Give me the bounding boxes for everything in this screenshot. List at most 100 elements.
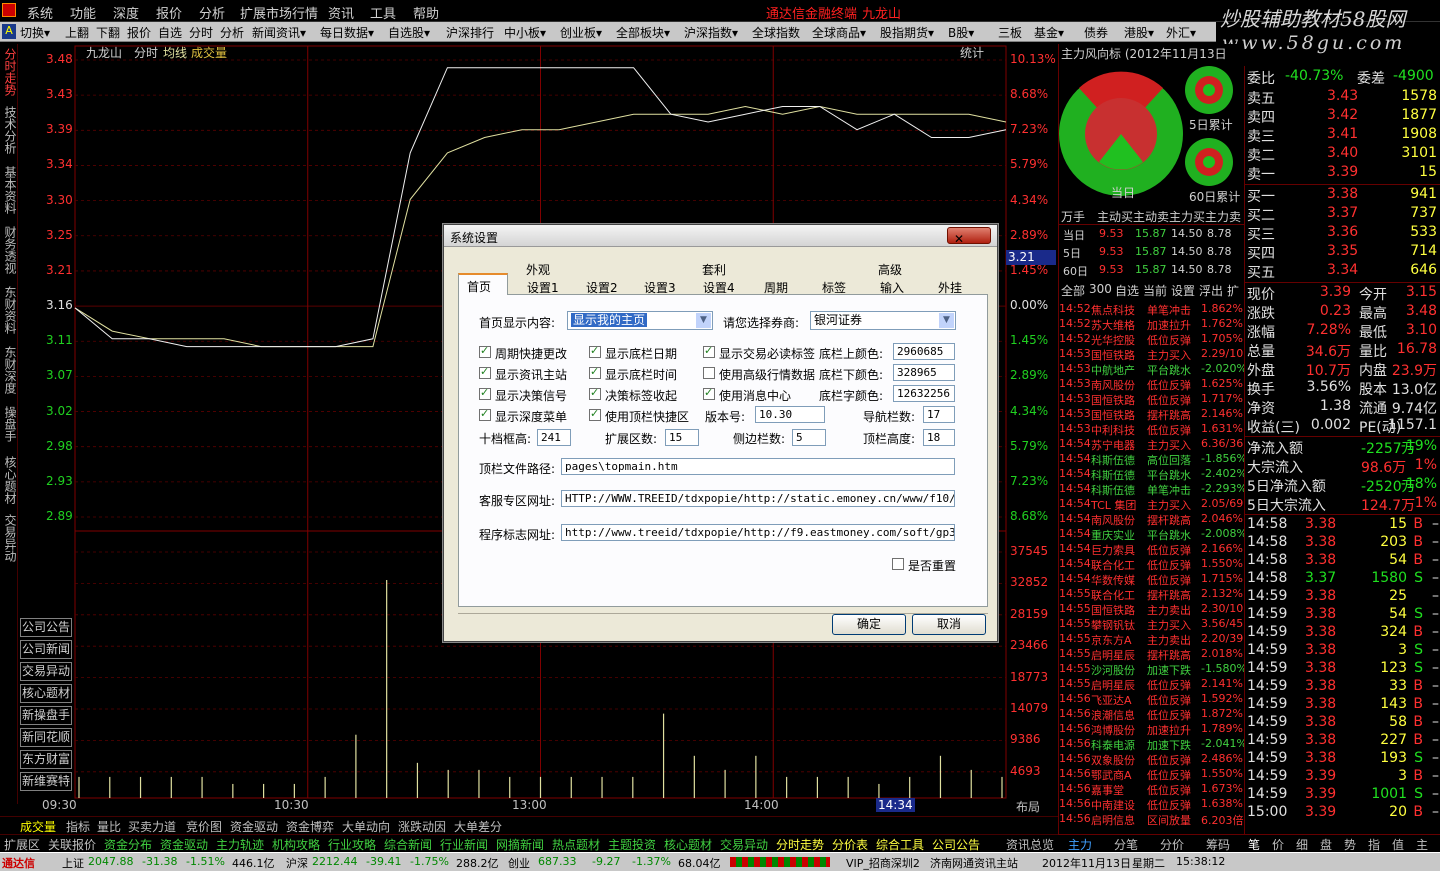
ext-tab[interactable]: 资讯总览 xyxy=(1006,836,1054,853)
bid-row[interactable]: 买二 3.37 737 xyxy=(1245,205,1440,224)
ntab-expand[interactable]: 扩 xyxy=(1227,282,1239,299)
news-item[interactable]: 14:56 科泰电源 加速下跌 -2.041% xyxy=(1059,737,1245,752)
btn-core-theme[interactable]: 核心题材 xyxy=(20,684,72,703)
home-content-select[interactable]: 显示我的主页 ▼ xyxy=(567,311,713,330)
tb-indices[interactable]: 沪深指数▾ xyxy=(684,24,738,41)
settings-checkbox[interactable] xyxy=(479,344,491,358)
itab-volume[interactable]: 成交量 xyxy=(20,818,57,835)
tb-sme-board[interactable]: 中小板▾ xyxy=(504,24,546,41)
quote-view-tab[interactable]: 指 xyxy=(1368,836,1380,853)
main-force-view-tab[interactable]: 主力 xyxy=(1068,836,1092,853)
news-item[interactable]: 14:54 巨力索具 低位反弹 2.166% xyxy=(1059,542,1245,557)
tb-forex[interactable]: 外汇▾ xyxy=(1166,24,1196,41)
tb-bond[interactable]: 债券 xyxy=(1084,24,1108,41)
news-item[interactable]: 14:55 京东方A 主力卖出 2.20/39 xyxy=(1059,632,1245,647)
ask-row[interactable]: 卖四 3.42 1877 xyxy=(1245,107,1440,126)
news-item[interactable]: 14:55 启明星辰 低位反弹 2.141% xyxy=(1059,677,1245,692)
menu-quote[interactable]: 报价 xyxy=(156,3,182,22)
settings-checkbox[interactable] xyxy=(589,386,601,400)
menu-tools[interactable]: 工具 xyxy=(370,3,396,22)
status-info-server[interactable]: 济南网通资讯主站 xyxy=(930,855,1018,871)
tab-input[interactable]: 输入 xyxy=(880,279,904,296)
top-height-input[interactable]: 18 xyxy=(923,429,955,446)
ext-tab[interactable]: 主力轨迹 xyxy=(216,836,264,853)
tb-intraday[interactable]: 分时 xyxy=(189,24,213,41)
tb-all-sectors[interactable]: 全部板块▾ xyxy=(616,24,670,41)
chevron-down-icon[interactable]: ▼ xyxy=(696,313,711,328)
menu-function[interactable]: 功能 xyxy=(70,3,96,22)
color-font-input[interactable]: 12632256 xyxy=(893,385,955,402)
tb-ranking[interactable]: 沪深排行 xyxy=(446,24,494,41)
ext-tab[interactable]: 扩展区 xyxy=(4,836,40,853)
tab-settings4[interactable]: 设置4 xyxy=(703,279,735,296)
settings-checkbox[interactable] xyxy=(589,365,601,379)
logo-url-input[interactable]: http://www.treeid/tdxpopie/http://f9.eas… xyxy=(561,524,955,541)
news-item[interactable]: 14:53 中航地产 平台跳水 -2.020% xyxy=(1059,362,1245,377)
ext-tab[interactable]: 分时走势 xyxy=(776,836,824,853)
news-item[interactable]: 14:52 光华控股 低位反弹 1.705% xyxy=(1059,332,1245,347)
ext-tab[interactable]: 综合工具 xyxy=(876,836,924,853)
tab-label[interactable]: 标签 xyxy=(822,279,846,296)
tab-home[interactable]: 首页 xyxy=(467,278,491,295)
ext-tab[interactable]: 交易异动 xyxy=(720,836,768,853)
tb-gem-board[interactable]: 创业板▾ xyxy=(560,24,602,41)
ntab-favorites[interactable]: 自选 xyxy=(1115,282,1139,299)
quote-view-tab[interactable]: 细 xyxy=(1296,836,1308,853)
settings-checkbox[interactable] xyxy=(479,386,491,400)
tb-b-shares[interactable]: B股▾ xyxy=(948,24,974,41)
quote-view-tab[interactable]: 笔 xyxy=(1248,836,1260,853)
chart-stats-button[interactable]: 统计 xyxy=(960,44,984,61)
news-item[interactable]: 14:54 科斯伍德 高位回落 -1.856% xyxy=(1059,452,1245,467)
ext-tab[interactable]: 综合新闻 xyxy=(384,836,432,853)
ten-height-input[interactable]: 241 xyxy=(537,429,571,446)
status-server[interactable]: VIP_招商深圳2 xyxy=(846,855,920,871)
ext-tab[interactable]: 核心题材 xyxy=(664,836,712,853)
settings-checkbox[interactable] xyxy=(589,344,601,358)
itab-big-order[interactable]: 大单动向 xyxy=(342,818,390,835)
toolbar-a-icon[interactable]: A xyxy=(2,24,16,39)
settings-checkbox[interactable] xyxy=(479,407,491,421)
bid-row[interactable]: 买三 3.36 533 xyxy=(1245,224,1440,243)
ext-tab[interactable]: 资金驱动 xyxy=(160,836,208,853)
news-item[interactable]: 14:56 启明信息 区间放量 6.203倍 xyxy=(1059,812,1245,827)
main-force-view-tab[interactable]: 筹码 xyxy=(1206,836,1230,853)
dialog-titlebar[interactable]: 系统设置 ✕ xyxy=(444,225,997,247)
vtab-eastmoney-info[interactable]: 东财资料 xyxy=(2,286,17,334)
ext-tab[interactable]: 公司公告 xyxy=(932,836,980,853)
btn-tonghuashun[interactable]: 新同花顺 xyxy=(20,728,72,747)
quote-view-tab[interactable]: 价 xyxy=(1272,836,1284,853)
tb-fund[interactable]: 基金▾ xyxy=(1034,24,1064,41)
tab-settings2[interactable]: 设置2 xyxy=(586,279,618,296)
ntab-current[interactable]: 当前 xyxy=(1143,282,1167,299)
news-item[interactable]: 14:56 鸿博股份 加速拉升 1.789% xyxy=(1059,722,1245,737)
news-item[interactable]: 14:56 中南建设 低位反弹 1.638% xyxy=(1059,797,1245,812)
ext-tab[interactable]: 行业新闻 xyxy=(440,836,488,853)
ext-tab[interactable]: 热点题材 xyxy=(552,836,600,853)
ntab-float[interactable]: 浮出 xyxy=(1199,282,1223,299)
settings-checkbox[interactable] xyxy=(703,344,715,358)
settings-checkbox[interactable] xyxy=(703,386,715,400)
news-item[interactable]: 14:52 苏大维格 加速拉升 1.762% xyxy=(1059,317,1245,332)
menu-info[interactable]: 资讯 xyxy=(328,3,354,22)
vtab-financials[interactable]: 财务透视 xyxy=(2,226,17,274)
bid-row[interactable]: 买四 3.35 714 xyxy=(1245,243,1440,262)
ext-tab[interactable]: 主题投资 xyxy=(608,836,656,853)
news-item[interactable]: 14:54 联合化工 低位反弹 1.550% xyxy=(1059,557,1245,572)
ask-row[interactable]: 卖五 3.43 1578 xyxy=(1245,88,1440,107)
vtab-core-themes[interactable]: 核心题材 xyxy=(2,456,17,504)
ntab-all[interactable]: 全部 xyxy=(1061,282,1085,299)
news-item[interactable]: 14:55 联合化工 摆杆跳高 2.132% xyxy=(1059,587,1245,602)
tab-period[interactable]: 周期 xyxy=(764,279,788,296)
tab-settings3[interactable]: 设置3 xyxy=(644,279,676,296)
tb-news[interactable]: 新闻资讯▾ xyxy=(252,24,306,41)
tb-global-index[interactable]: 全球指数 xyxy=(752,24,800,41)
quote-view-tab[interactable]: 值 xyxy=(1392,836,1404,853)
tb-quote[interactable]: 报价 xyxy=(127,24,151,41)
btn-new-trader[interactable]: 新操盘手 xyxy=(20,706,72,725)
vtab-trader[interactable]: 操盘手 xyxy=(2,406,17,442)
cancel-button[interactable]: 取消 xyxy=(912,614,986,635)
settings-checkbox[interactable] xyxy=(703,367,715,379)
tb-third-board[interactable]: 三板 xyxy=(998,24,1022,41)
btn-eastmoney[interactable]: 东方财富 xyxy=(20,750,72,769)
news-item[interactable]: 14:55 启明星辰 摆杆跳高 2.018% xyxy=(1059,647,1245,662)
